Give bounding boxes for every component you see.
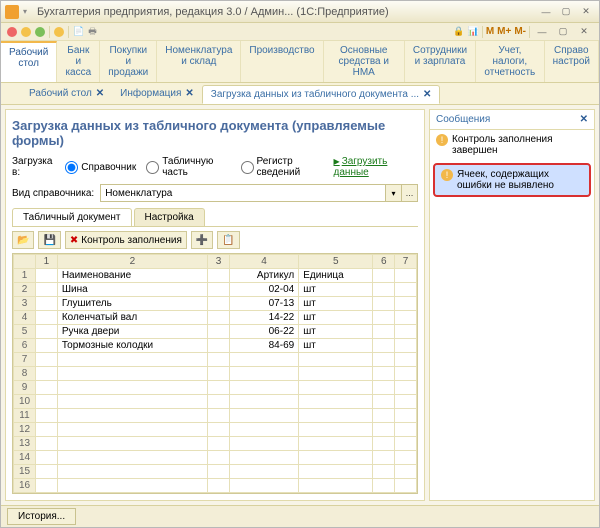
grid-col-header[interactable]: 3 xyxy=(208,255,230,269)
toolbar-icon[interactable] xyxy=(35,27,45,37)
table-row[interactable]: 9 xyxy=(14,381,417,395)
ref-type-label: Вид справочника: xyxy=(12,188,94,199)
warning-icon: ! xyxy=(436,134,448,146)
messages-title: Сообщения xyxy=(436,114,490,125)
combo-open-icon[interactable]: … xyxy=(402,184,418,202)
table-row[interactable]: 5Ручка двери06-22шт xyxy=(14,325,417,339)
add-row-button[interactable]: ➕ xyxy=(191,231,213,249)
section-tab[interactable]: Основныесредства и НМА xyxy=(324,41,405,82)
page-title: Загрузка данных из табличного документа … xyxy=(12,118,418,148)
memory-mplus[interactable]: M+ xyxy=(497,26,511,37)
subtab[interactable]: Настройка xyxy=(134,208,205,226)
load-target-radio[interactable]: Регистр сведений xyxy=(241,156,328,178)
grid-col-header[interactable]: 6 xyxy=(373,255,395,269)
check-fill-button[interactable]: ✖ Контроль заполнения xyxy=(65,231,187,249)
load-data-link[interactable]: Загрузить данные xyxy=(334,156,418,178)
section-tab[interactable]: Сотрудникии зарплата xyxy=(405,41,476,82)
document-tab[interactable]: Информация✕ xyxy=(112,85,202,103)
table-row[interactable]: 14 xyxy=(14,451,417,465)
tab-close-icon[interactable]: ✕ xyxy=(185,88,193,99)
data-grid[interactable]: 12345671НаименованиеАртикулЕдиница2Шина0… xyxy=(12,253,418,494)
app-icon xyxy=(5,5,19,19)
star-icon[interactable] xyxy=(54,27,64,37)
table-row[interactable]: 8 xyxy=(14,367,417,381)
grid-col-header[interactable] xyxy=(14,255,36,269)
toolbar-icon[interactable]: 🖶 xyxy=(88,24,97,40)
messages-panel: Сообщения ✕ !Контроль заполнения заверше… xyxy=(429,109,595,501)
titlebar: ▾ Бухгалтерия предприятия, редакция 3.0 … xyxy=(1,1,599,23)
close-button[interactable]: ✕ xyxy=(577,5,595,19)
section-tab[interactable]: Рабочийстол xyxy=(1,41,57,82)
table-row[interactable]: 15 xyxy=(14,465,417,479)
grid-toolbar: 📂 💾 ✖ Контроль заполнения ➕ 📋 xyxy=(12,227,418,253)
table-row[interactable]: 16 xyxy=(14,479,417,493)
table-row[interactable]: 4Коленчатый вал14-22шт xyxy=(14,311,417,325)
load-target-radio[interactable]: Табличную часть xyxy=(146,156,230,178)
section-tab[interactable]: Банк икасса xyxy=(57,41,100,82)
tab-close-icon[interactable]: ✕ xyxy=(423,89,431,100)
combo-dropdown-icon[interactable]: ▾ xyxy=(386,184,402,202)
document-tab[interactable]: Рабочий стол✕ xyxy=(21,85,112,103)
messages-close-icon[interactable]: ✕ xyxy=(580,114,588,125)
toolbar-icon[interactable]: 📄 xyxy=(73,26,84,37)
window-title: Бухгалтерия предприятия, редакция 3.0 / … xyxy=(37,6,389,18)
table-row[interactable]: 3Глушитель07-13шт xyxy=(14,297,417,311)
open-file-button[interactable]: 📂 xyxy=(12,231,34,249)
load-into-label: Загрузка в: xyxy=(12,156,59,178)
document-tab[interactable]: Загрузка данных из табличного документа … xyxy=(202,85,441,104)
warning-icon: ! xyxy=(441,169,453,181)
section-tab[interactable]: Номенклатураи склад xyxy=(157,41,241,82)
table-row[interactable]: 7 xyxy=(14,353,417,367)
inner-max[interactable]: ▢ xyxy=(554,25,572,39)
history-button[interactable]: История... xyxy=(7,508,76,525)
section-tab[interactable]: Справонастрой xyxy=(545,41,599,82)
toolbar-icon[interactable] xyxy=(7,27,17,37)
grid-col-header[interactable]: 7 xyxy=(395,255,417,269)
grid-col-header[interactable]: 1 xyxy=(36,255,58,269)
table-row[interactable]: 11 xyxy=(14,409,417,423)
toolbar-icon[interactable]: 🔒 xyxy=(453,26,464,37)
inner-min[interactable]: — xyxy=(533,25,551,39)
minimize-button[interactable]: — xyxy=(537,5,555,19)
save-file-button[interactable]: 💾 xyxy=(38,231,60,249)
section-tab[interactable]: Учет, налоги,отчетность xyxy=(476,41,545,82)
toolbar-icon[interactable] xyxy=(21,27,31,37)
table-row[interactable]: 17 xyxy=(14,493,417,495)
subtab[interactable]: Табличный документ xyxy=(12,208,132,226)
table-row[interactable]: 10 xyxy=(14,395,417,409)
main-panel: Загрузка данных из табличного документа … xyxy=(5,109,425,501)
status-bar: История... xyxy=(1,505,599,527)
load-target-radio[interactable]: Справочник xyxy=(65,156,136,178)
section-tab[interactable]: Производство xyxy=(241,41,323,82)
dropdown-icon[interactable]: ▾ xyxy=(23,7,27,16)
paste-button[interactable]: 📋 xyxy=(217,231,239,249)
table-row[interactable]: 13 xyxy=(14,437,417,451)
subtab-bar: Табличный документНастройка xyxy=(12,208,418,227)
grid-col-header[interactable]: 2 xyxy=(57,255,207,269)
document-tabs: Рабочий стол✕Информация✕Загрузка данных … xyxy=(1,83,599,105)
grid-col-header[interactable]: 5 xyxy=(299,255,373,269)
app-window: ▾ Бухгалтерия предприятия, редакция 3.0 … xyxy=(0,0,600,528)
table-row[interactable]: 12 xyxy=(14,423,417,437)
tab-close-icon[interactable]: ✕ xyxy=(96,88,104,99)
memory-mminus[interactable]: M- xyxy=(514,26,526,37)
inner-close[interactable]: ✕ xyxy=(575,25,593,39)
grid-col-header[interactable]: 4 xyxy=(229,255,298,269)
message-item[interactable]: !Контроль заполнения завершен xyxy=(430,130,594,160)
table-row[interactable]: 2Шина02-04шт xyxy=(14,283,417,297)
memory-m[interactable]: M xyxy=(486,26,494,37)
table-row[interactable]: 1НаименованиеАртикулЕдиница xyxy=(14,269,417,283)
section-tab[interactable]: Покупки ипродажи xyxy=(100,41,157,82)
section-bar: РабочийстолБанк икассаПокупки ипродажиНо… xyxy=(1,41,599,83)
message-item[interactable]: !Ячеек, содержащих ошибки не выявлено xyxy=(433,163,591,197)
toolbar-icon[interactable]: 📊 xyxy=(468,26,479,37)
ref-type-input[interactable] xyxy=(100,184,386,202)
maximize-button[interactable]: ▢ xyxy=(557,5,575,19)
main-toolbar: 📄 🖶 🔒 📊 M M+ M- — ▢ ✕ xyxy=(1,23,599,41)
table-row[interactable]: 6Тормозные колодки84-69шт xyxy=(14,339,417,353)
